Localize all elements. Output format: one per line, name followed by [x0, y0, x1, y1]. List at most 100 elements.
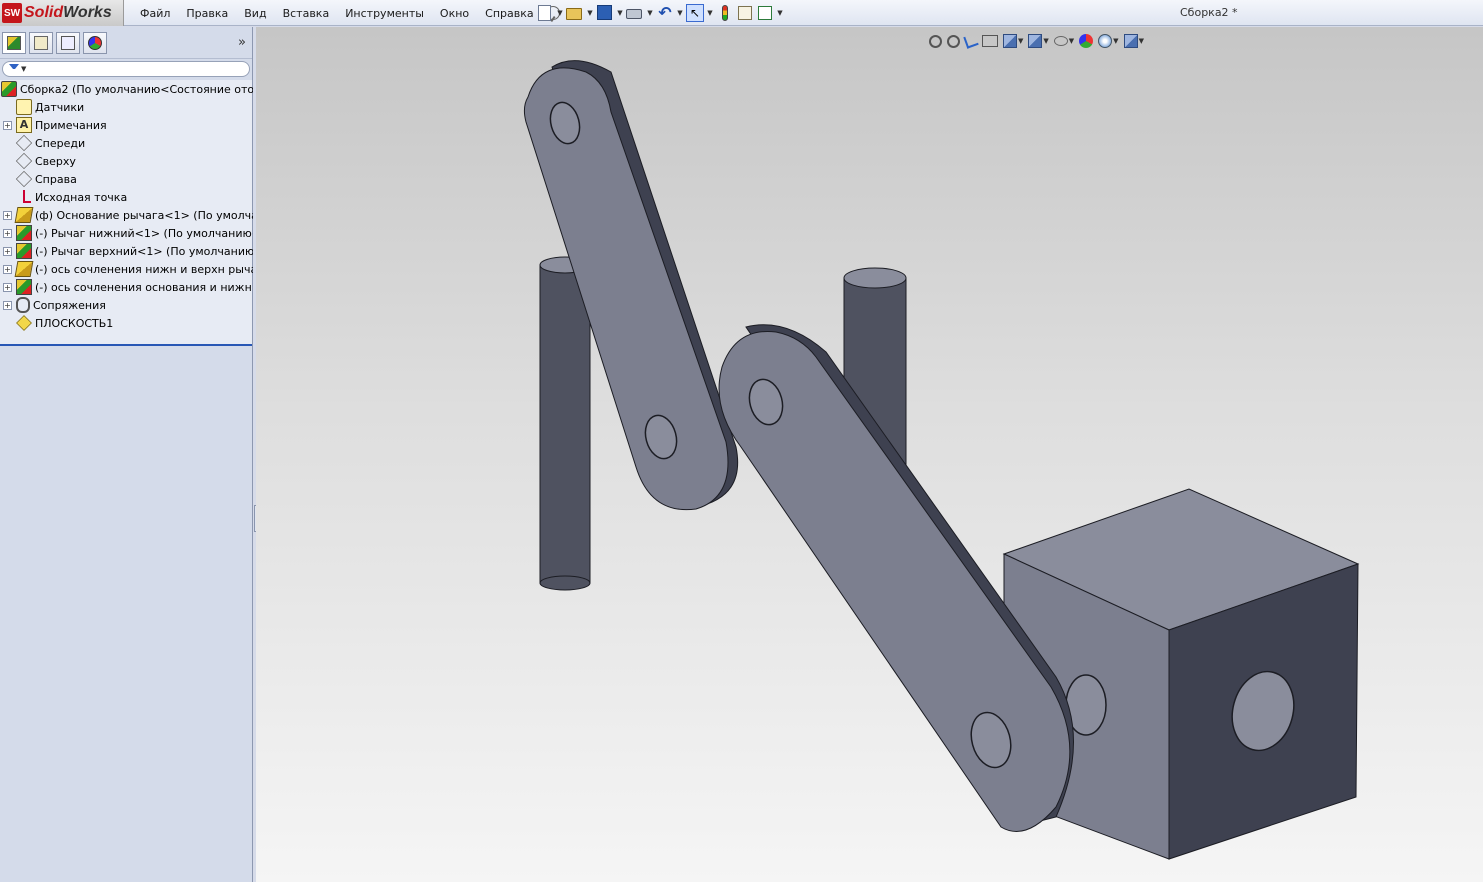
tree-item-label: (-) ось сочленения основания и нижн рыча…	[35, 280, 253, 294]
standard-toolbar: ▼ ▼ ▼ ▼ ↶ ▼ ↖ ▼ ▼	[536, 2, 784, 24]
menu-file[interactable]: Файл	[132, 7, 178, 20]
tree-filter[interactable]: ▼	[2, 61, 250, 77]
open-dropdown-icon[interactable]: ▼	[586, 4, 594, 22]
configuration-manager-tab[interactable]	[56, 31, 80, 54]
tree-item-label: (ф) Основание рычага<1> (По умолчанию<<П…	[35, 208, 253, 222]
tree-item-mates[interactable]: + Сопряжения	[0, 296, 253, 314]
select-dropdown-icon[interactable]: ▼	[706, 4, 714, 22]
file-properties-icon[interactable]	[756, 4, 774, 22]
print-icon[interactable]	[626, 4, 644, 22]
tree-item-label: Спереди	[35, 136, 86, 150]
menu-edit[interactable]: Правка	[178, 7, 236, 20]
feature-tree-icon	[7, 35, 21, 50]
menu-tools[interactable]: Инструменты	[337, 7, 432, 20]
rebuild-traffic-light-icon[interactable]	[716, 4, 734, 22]
feature-manager-tab[interactable]	[2, 31, 26, 54]
expand-toggle-icon[interactable]: +	[3, 210, 12, 220]
feature-manager-panel: » ▼ Сборка2 (По умолчанию<Состояние отоб…	[0, 27, 253, 882]
open-folder-icon[interactable]	[566, 4, 584, 22]
tree-item-plane1[interactable]: ПЛОСКОСТЬ1	[0, 314, 253, 332]
new-dropdown-icon[interactable]: ▼	[556, 4, 564, 22]
mates-icon	[16, 297, 30, 313]
pin-left[interactable]	[539, 256, 591, 591]
expand-panel-chevron-icon[interactable]: »	[238, 35, 246, 50]
tree-item-axis-levers[interactable]: + (-) ось сочленения нижн и верхн рычаго…	[0, 260, 253, 278]
tree-item-label: Справа	[35, 172, 77, 186]
tree-item-upper-lever[interactable]: + (-) Рычаг верхний<1> (По умолчанию<<По…	[0, 242, 253, 260]
menu-insert[interactable]: Вставка	[275, 7, 338, 20]
tree-item-label: (-) Рычаг нижний<1> (По умолчанию<<По ум…	[35, 226, 253, 240]
part-colored-icon	[16, 243, 32, 259]
annotations-icon: A	[16, 117, 32, 133]
property-manager-icon	[34, 35, 48, 50]
manager-tabs: »	[0, 27, 252, 59]
select-cursor-icon[interactable]: ↖	[686, 4, 704, 22]
print-dropdown-icon[interactable]: ▼	[646, 4, 654, 22]
tree-item-right-plane[interactable]: Справа	[0, 170, 253, 188]
part-colored-icon	[16, 279, 32, 295]
tree-item-label: ПЛОСКОСТЬ1	[35, 316, 114, 330]
menu-window[interactable]: Окно	[432, 7, 477, 20]
tree-item-label: (-) Рычаг верхний<1> (По умолчанию<<По у…	[35, 244, 253, 258]
tree-item-lower-lever[interactable]: + (-) Рычаг нижний<1> (По умолчанию<<По …	[0, 224, 253, 242]
tree-item-lever-base[interactable]: + (ф) Основание рычага<1> (По умолчанию<…	[0, 206, 253, 224]
tree-item-label: (-) ось сочленения нижн и верхн рычагов<…	[35, 262, 253, 276]
tree-item-annotations[interactable]: + A Примечания	[0, 116, 253, 134]
graphics-area[interactable]: ▼ ▼ ▼ ▼ ▼	[256, 27, 1483, 882]
sensors-icon	[16, 99, 32, 115]
filter-dropdown-icon[interactable]: ▼	[21, 65, 26, 73]
tree-item-label: Датчики	[35, 100, 85, 114]
expand-toggle-icon[interactable]: +	[3, 264, 12, 274]
tree-item-origin[interactable]: Исходная точка	[0, 188, 253, 206]
tree-item-assembly[interactable]: Сборка2 (По умолчанию<Состояние отображе…	[0, 80, 253, 98]
part-colored-icon	[16, 225, 32, 241]
undo-dropdown-icon[interactable]: ▼	[676, 4, 684, 22]
menu-view[interactable]: Вид	[236, 7, 274, 20]
expand-toggle-icon[interactable]: +	[3, 246, 12, 256]
pin-right-top	[843, 267, 907, 289]
assembly-model[interactable]	[523, 60, 1360, 860]
pin-left-bottom	[539, 575, 591, 591]
tree-item-front-plane[interactable]: Спереди	[0, 134, 253, 152]
app-name-part-b: Works	[63, 4, 112, 21]
filter-icon	[9, 64, 19, 74]
tree-item-label: Сборка2 (По умолчанию<Состояние отображе…	[20, 82, 253, 96]
sw-badge-icon: SW	[2, 3, 22, 23]
tree-item-label: Сверху	[35, 154, 76, 168]
expand-toggle-icon[interactable]: +	[3, 228, 12, 238]
display-manager-icon	[88, 35, 102, 50]
tree-item-axis-base[interactable]: + (-) ось сочленения основания и нижн ры…	[0, 278, 253, 296]
part-icon	[14, 261, 34, 277]
solidworks-logo[interactable]: SW SolidWorks	[0, 0, 124, 26]
origin-icon	[16, 189, 32, 205]
plane-icon	[15, 170, 33, 188]
app-name: SolidWorks	[24, 4, 112, 22]
undo-icon[interactable]: ↶	[656, 4, 674, 22]
feature-tree: Сборка2 (По умолчанию<Состояние отображе…	[0, 80, 253, 346]
display-manager-tab[interactable]	[83, 31, 107, 54]
save-dropdown-icon[interactable]: ▼	[616, 4, 624, 22]
property-manager-tab[interactable]	[29, 31, 53, 54]
options-icon[interactable]	[736, 4, 754, 22]
plane-icon	[15, 152, 33, 170]
new-document-icon[interactable]	[536, 4, 554, 22]
properties-dropdown-icon[interactable]: ▼	[776, 4, 784, 22]
menu-help[interactable]: Справка	[477, 7, 541, 20]
expand-toggle-icon[interactable]: +	[3, 282, 12, 292]
main-menu: Файл Правка Вид Вставка Инструменты Окно…	[132, 0, 560, 26]
menu-bar: SW SolidWorks Файл Правка Вид Вставка Ин…	[0, 0, 1483, 26]
tree-item-top-plane[interactable]: Сверху	[0, 152, 253, 170]
tree-item-label: Примечания	[35, 118, 107, 132]
expand-toggle-icon[interactable]: +	[3, 120, 12, 130]
part-icon	[14, 207, 34, 223]
save-icon[interactable]	[596, 4, 614, 22]
expand-toggle-icon[interactable]: +	[3, 300, 12, 310]
tree-item-sensors[interactable]: Датчики	[0, 98, 253, 116]
tree-item-label: Исходная точка	[35, 190, 128, 204]
tree-item-label: Сопряжения	[33, 298, 106, 312]
pin-left-body	[539, 264, 591, 584]
3d-model-view[interactable]	[256, 27, 1483, 882]
assembly-icon	[1, 81, 17, 97]
configuration-icon	[61, 35, 75, 50]
plane-yellow-icon	[16, 315, 32, 331]
